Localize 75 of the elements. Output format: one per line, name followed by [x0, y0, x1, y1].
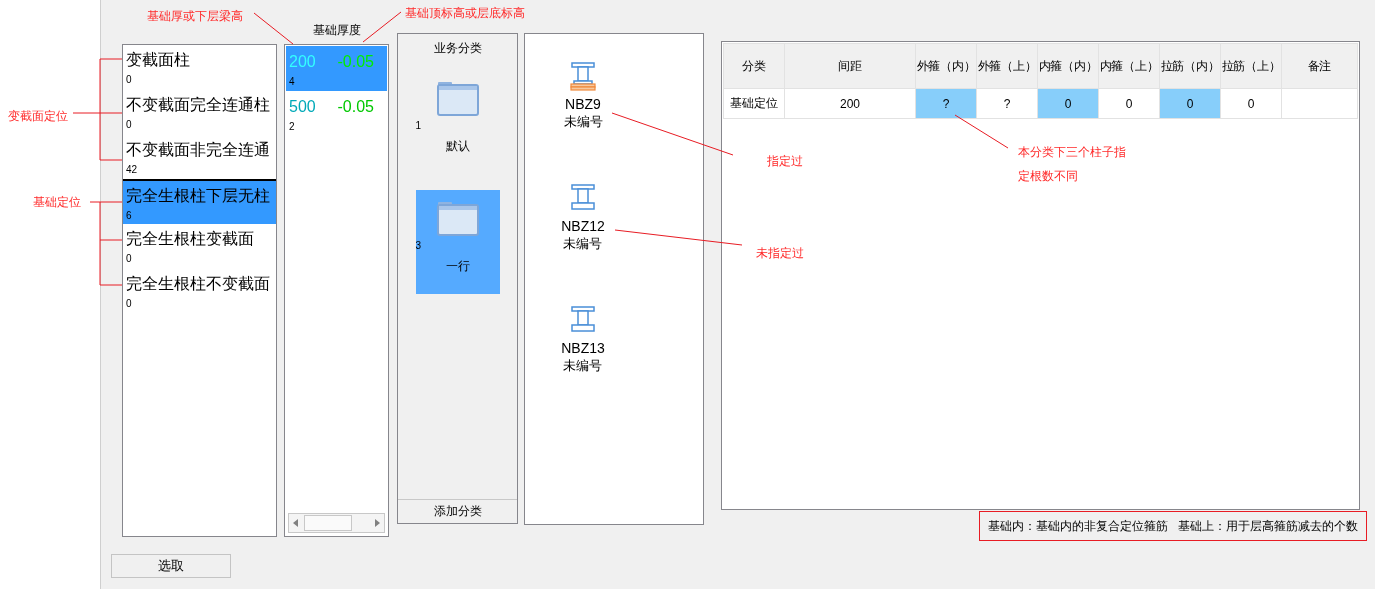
column-header: 间距: [784, 43, 916, 89]
list-header: 基础厚度: [311, 22, 362, 39]
annotation-text: 指定过: [767, 154, 803, 169]
column-number: 未编号: [563, 357, 603, 374]
column-header: 外箍（上）: [976, 43, 1038, 89]
item-label: 默认: [445, 138, 470, 154]
item-label: 不变截面完全连通柱: [126, 95, 271, 115]
list-item[interactable]: 200 -0.05 4: [286, 46, 387, 91]
horizontal-scrollbar[interactable]: [288, 513, 385, 533]
annotation-text: 未指定过: [756, 246, 804, 261]
item-count: 42: [126, 163, 139, 177]
column-header: 备注: [1281, 43, 1358, 89]
table-cell[interactable]: 0: [1098, 88, 1160, 119]
scrollbar-thumb[interactable]: [304, 515, 352, 531]
column-number: 未编号: [563, 235, 603, 252]
column-header: 分类: [723, 43, 785, 89]
item-label: 完全生根柱变截面: [126, 229, 255, 249]
item-count: 0: [126, 118, 133, 132]
table-cell[interactable]: ?: [976, 88, 1038, 119]
column-number: 未编号: [563, 113, 603, 130]
column-header: 内箍（内）: [1037, 43, 1099, 89]
column-header: 拉筋（上）: [1220, 43, 1282, 89]
list-item[interactable]: 不变截面完全连通柱 0: [123, 90, 276, 135]
list-item[interactable]: 变截面柱 0: [123, 45, 276, 90]
thickness-value: 200: [289, 52, 316, 72]
item-count: 2: [289, 120, 295, 134]
table-cell[interactable]: 0: [1159, 88, 1221, 119]
table-cell[interactable]: 基础定位: [723, 88, 785, 119]
item-count: 4: [289, 75, 295, 89]
note-text: 基础内：基础内的非复合定位箍筋 基础上：用于层高箍筋减去的个数: [988, 518, 1358, 534]
annotation-text: 基础顶标高或层底标高: [405, 6, 525, 21]
item-count: 3: [415, 240, 422, 252]
table-cell[interactable]: 200: [784, 88, 916, 119]
list-item[interactable]: 完全生根柱下层无柱 6: [123, 179, 276, 224]
select-button[interactable]: 选取: [111, 554, 231, 578]
elevation-value: -0.05: [337, 97, 374, 117]
column-header: 内箍（上）: [1098, 43, 1160, 89]
table-cell[interactable]: [1281, 88, 1358, 119]
list-item[interactable]: 500 -0.05 2: [286, 91, 387, 136]
item-label: 变截面柱: [126, 50, 191, 70]
annotation-text: 变截面定位: [8, 109, 68, 124]
category-item[interactable]: 3 一行: [415, 190, 500, 294]
column-header: 外箍（内）: [915, 43, 977, 89]
folder-icon: [435, 80, 480, 118]
annotation-text: 基础厚或下层梁高: [147, 9, 243, 24]
leader-line: [362, 11, 402, 43]
column-name[interactable]: NBZ12: [561, 218, 605, 235]
elevation-value: -0.05: [337, 52, 374, 72]
item-label: 完全生根柱下层无柱: [126, 186, 271, 206]
annotation-text: 本分类下三个柱子指: [1018, 145, 1126, 160]
panel-title: 业务分类: [432, 40, 483, 56]
annotation-text: 定根数不同: [1018, 169, 1078, 184]
item-label: 完全生根柱不变截面: [126, 274, 271, 294]
item-count: 0: [126, 252, 133, 266]
table-cell[interactable]: 0: [1220, 88, 1282, 119]
item-label: 一行: [445, 258, 470, 274]
category-item[interactable]: 1 默认: [415, 70, 500, 174]
list-item[interactable]: 不变截面非完全连通 42: [123, 135, 276, 179]
leader-line: [253, 12, 294, 45]
list-item[interactable]: 完全生根柱变截面 0: [123, 224, 276, 269]
item-count: 6: [126, 209, 133, 223]
column-header: 拉筋（内）: [1159, 43, 1221, 89]
column-name[interactable]: NBZ13: [561, 340, 605, 357]
table-cell[interactable]: ?: [915, 88, 977, 119]
column-name[interactable]: NBZ9: [565, 96, 601, 113]
leader-line: [954, 114, 1009, 149]
item-count: 1: [415, 120, 422, 132]
item-label: 不变截面非完全连通: [126, 140, 271, 160]
table-cell[interactable]: 0: [1037, 88, 1099, 119]
folder-icon: [435, 200, 480, 238]
item-count: 0: [126, 73, 133, 87]
annotation-text: 基础定位: [33, 195, 81, 210]
item-count: 0: [126, 297, 133, 311]
thickness-value: 500: [289, 97, 316, 117]
list-item[interactable]: 完全生根柱不变截面 0: [123, 269, 276, 314]
